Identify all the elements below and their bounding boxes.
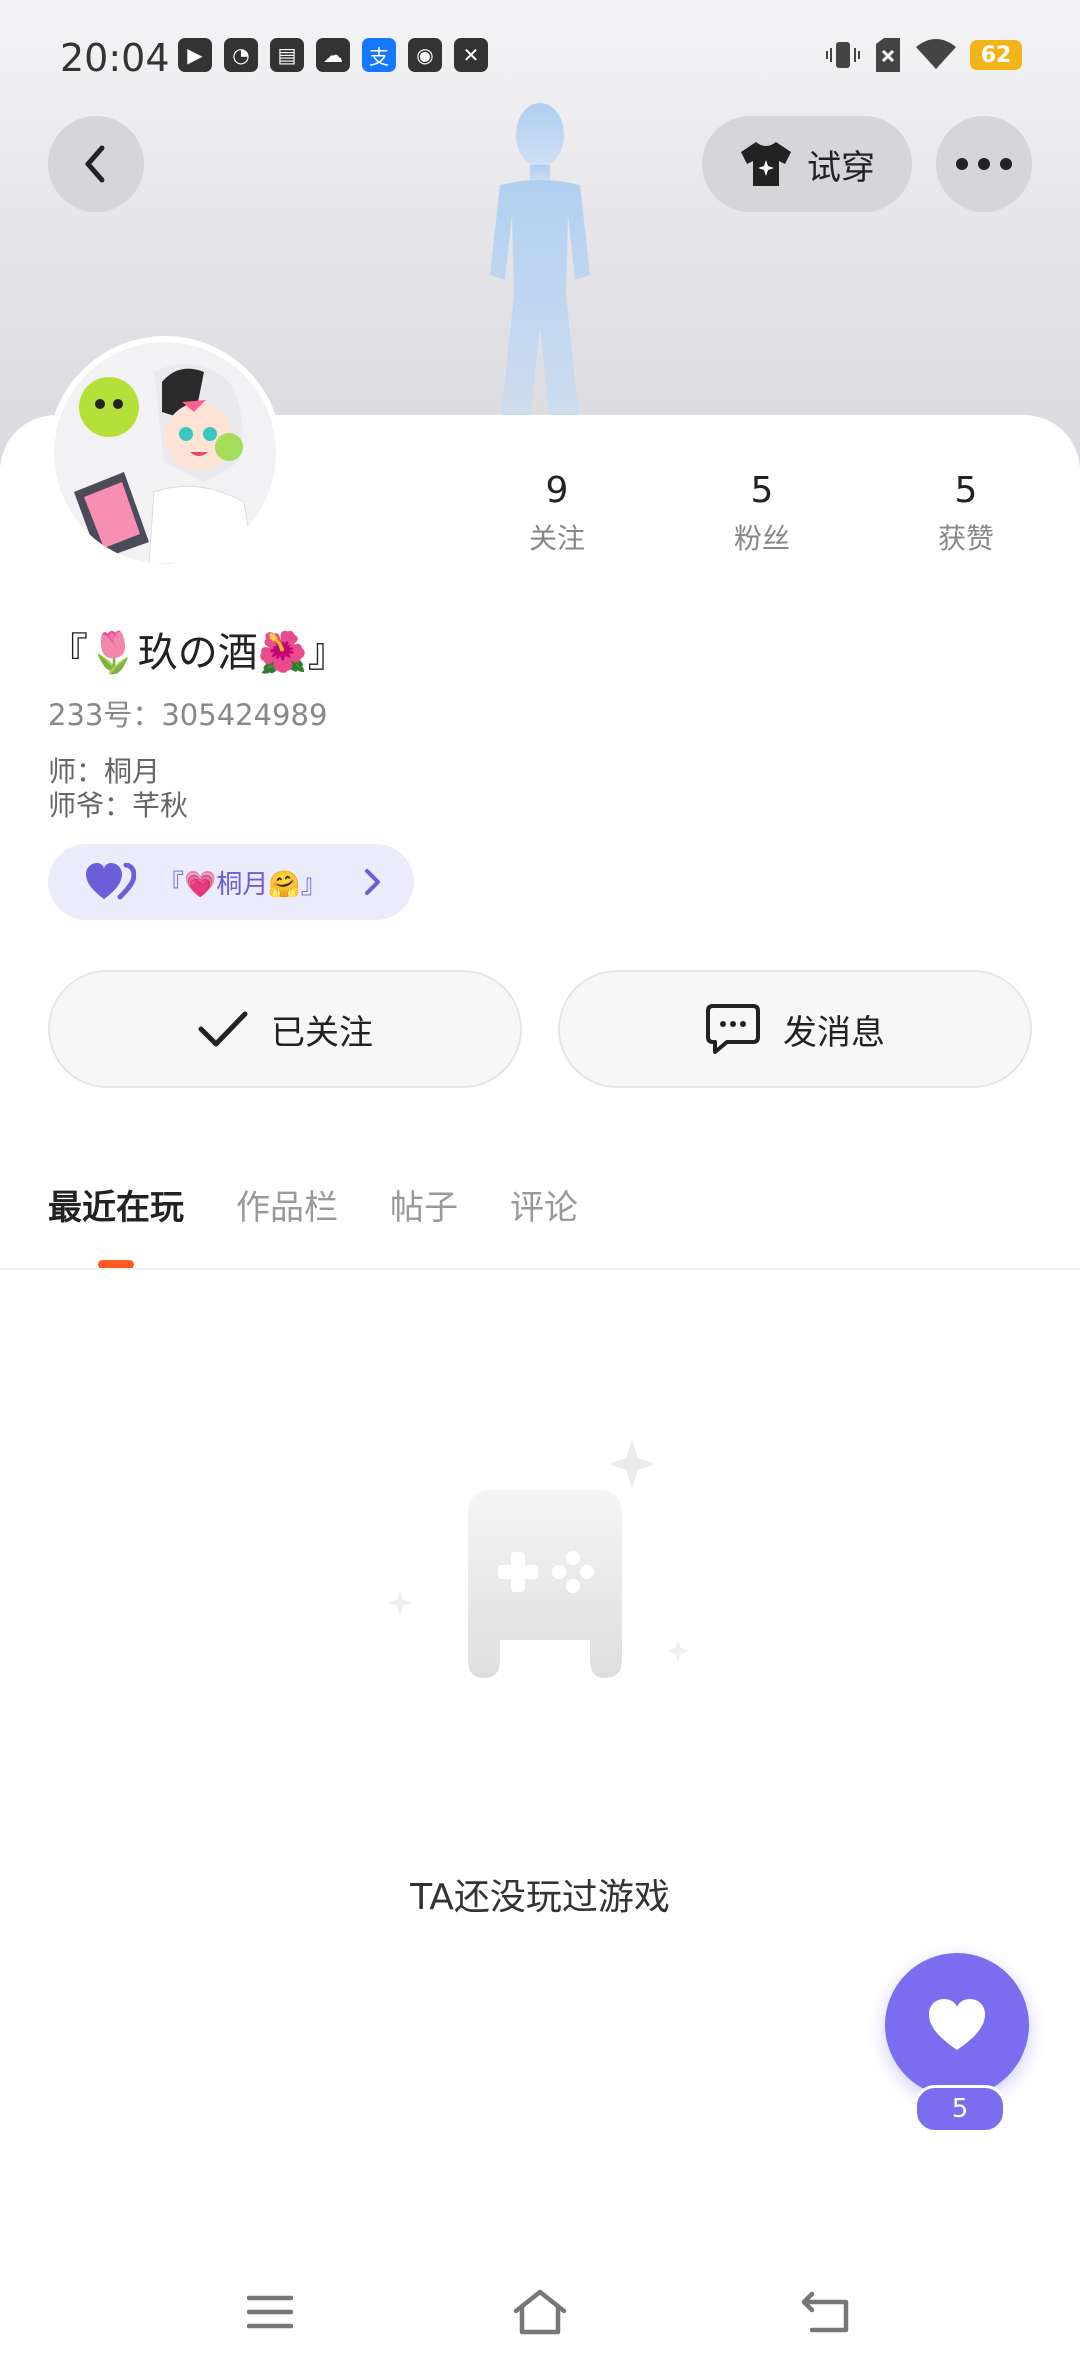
wifi-icon [916,39,956,69]
grandmaster-label: 师爷：芊秋 [48,789,189,822]
followed-button[interactable]: 已关注 [48,970,522,1088]
tab-recently-played[interactable]: 最近在玩 [48,1180,184,1229]
status-time: 20:04 [60,36,170,80]
alipay-icon: 支 [362,38,396,72]
system-status-icons: 62 [826,38,1022,72]
nickname: 『🌷玖の酒🌺』 [48,630,348,676]
back-nav-button[interactable] [796,2282,856,2342]
following-count: 9 [545,470,569,511]
try-on-button[interactable]: 试穿 [702,116,912,212]
empty-state-message: TA还没玩过游戏 [410,1877,670,1918]
content-tabs: 最近在玩 作品栏 帖子 评论 [48,1180,630,1229]
bond-name: 『💗桐月🤗』 [158,869,327,900]
fans-count: 5 [750,470,774,511]
stat-following[interactable]: 9 关注 [487,470,627,557]
user-id: 233号：305424989 [48,698,328,732]
tab-posts[interactable]: 帖子 [390,1180,458,1229]
fans-label: 粉丝 [733,522,790,555]
like-count-badge: 5 [914,2085,1006,2133]
chat-icon [706,1004,760,1054]
following-label: 关注 [528,522,585,555]
back-button[interactable] [48,116,144,212]
gamepad-illustration [387,1440,689,1678]
send-message-button[interactable]: 发消息 [558,970,1032,1088]
avatar[interactable] [48,336,282,570]
return-icon [801,2291,849,2333]
status-bar: 20:04 ▶ ◔ ▤ ☁ 支 ◉ ✕ 62 [0,0,1080,110]
capcut-icon: ✕ [454,38,488,72]
likes-count: 5 [954,470,978,511]
speed-icon: ◔ [224,38,258,72]
try-on-label: 试穿 [807,147,875,188]
heart-icon [929,1999,985,2050]
tab-divider [0,1268,1080,1270]
notification-icons: ▶ ◔ ▤ ☁ 支 ◉ ✕ [178,38,488,72]
no-sim-icon [876,38,900,72]
stat-likes[interactable]: 5 获赞 [896,470,1036,557]
system-nav-bar [0,2250,1080,2376]
menu-nav-button[interactable] [240,2282,300,2342]
double-heart-icon [86,863,136,900]
tab-comments[interactable]: 评论 [510,1180,578,1229]
avatar-illustration [54,342,276,564]
tab-works[interactable]: 作品栏 [236,1180,338,1229]
vibrate-icon [826,42,860,68]
more-button[interactable] [936,116,1032,212]
menu-icon [247,2295,293,2329]
tshirt-icon [741,142,791,186]
check-icon [198,1011,248,1047]
send-message-label: 发消息 [783,1012,885,1053]
hologram-avatar [490,103,590,425]
like-button[interactable] [885,1953,1029,2097]
bond-badge[interactable]: 『💗桐月🤗』 [48,844,414,920]
followed-label: 已关注 [271,1012,373,1053]
book-icon: ▤ [270,38,304,72]
likes-label: 获赞 [937,522,994,555]
more-icon [956,158,1012,170]
battery-level: 62 [970,40,1022,70]
chevron-left-icon [85,145,105,183]
home-icon [513,2289,567,2335]
cloud-icon: ☁ [316,38,350,72]
chevron-right-icon [364,869,380,895]
home-nav-button[interactable] [510,2282,570,2342]
play-icon: ▶ [178,38,212,72]
cat-icon: ◉ [408,38,442,72]
stat-fans[interactable]: 5 粉丝 [692,470,832,557]
